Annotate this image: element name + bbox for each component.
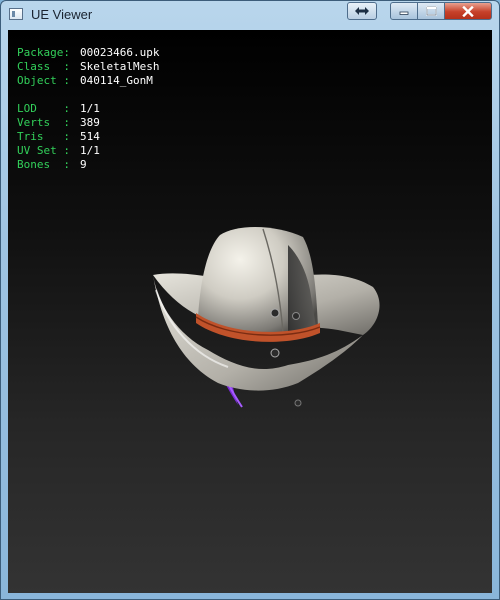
info-value: 1/1 [80,144,100,157]
info-label: Bones : [17,158,70,171]
info-value: 389 [80,116,100,129]
close-icon [462,5,474,17]
window-title: UE Viewer [31,7,93,22]
info-label: Tris : [17,130,70,143]
info-value: 9 [80,158,87,171]
minimize-icon [399,11,409,15]
close-button[interactable] [444,2,492,20]
maximize-button[interactable] [417,2,445,20]
info-label: Class : [17,60,70,73]
info-uvset: UV Set : 1/1 [17,144,159,158]
info-label: Package: [17,46,70,59]
info-tris: Tris : 514 [17,130,159,144]
info-value: 040114_GonM [80,74,153,87]
app-icon[interactable] [9,8,23,20]
info-value: 514 [80,130,100,143]
info-label: LOD : [17,102,70,115]
app-window: UE Viewer Package: 00023466.upk Class: … [0,0,500,600]
info-verts: Verts : 389 [17,116,159,130]
info-bones: Bones : 9 [17,158,159,172]
maximize-icon [425,6,437,16]
swap-icon [355,7,369,15]
info-value: 1/1 [80,102,100,115]
info-value: SkeletalMesh [80,60,160,73]
info-label: Object : [17,74,70,87]
info-label: Verts : [17,116,70,129]
info-label: UV Set : [17,144,70,157]
info-object: Object : 040114_GonM [17,74,159,88]
info-package: Package: 00023466.upk [17,46,159,60]
info-lod: LOD : 1/1 [17,102,159,116]
mesh-info-overlay: Package: 00023466.upk Class : SkeletalMe… [17,46,159,172]
minimize-button[interactable] [390,2,418,20]
swap-button[interactable] [347,2,377,20]
title-bar[interactable]: UE Viewer [1,1,499,30]
info-value: 00023466.upk [80,46,160,59]
info-class: Class : SkeletalMesh [17,60,159,74]
hat-mesh-render[interactable] [138,215,388,415]
3d-viewport[interactable]: Package: 00023466.upk Class : SkeletalMe… [8,30,492,593]
